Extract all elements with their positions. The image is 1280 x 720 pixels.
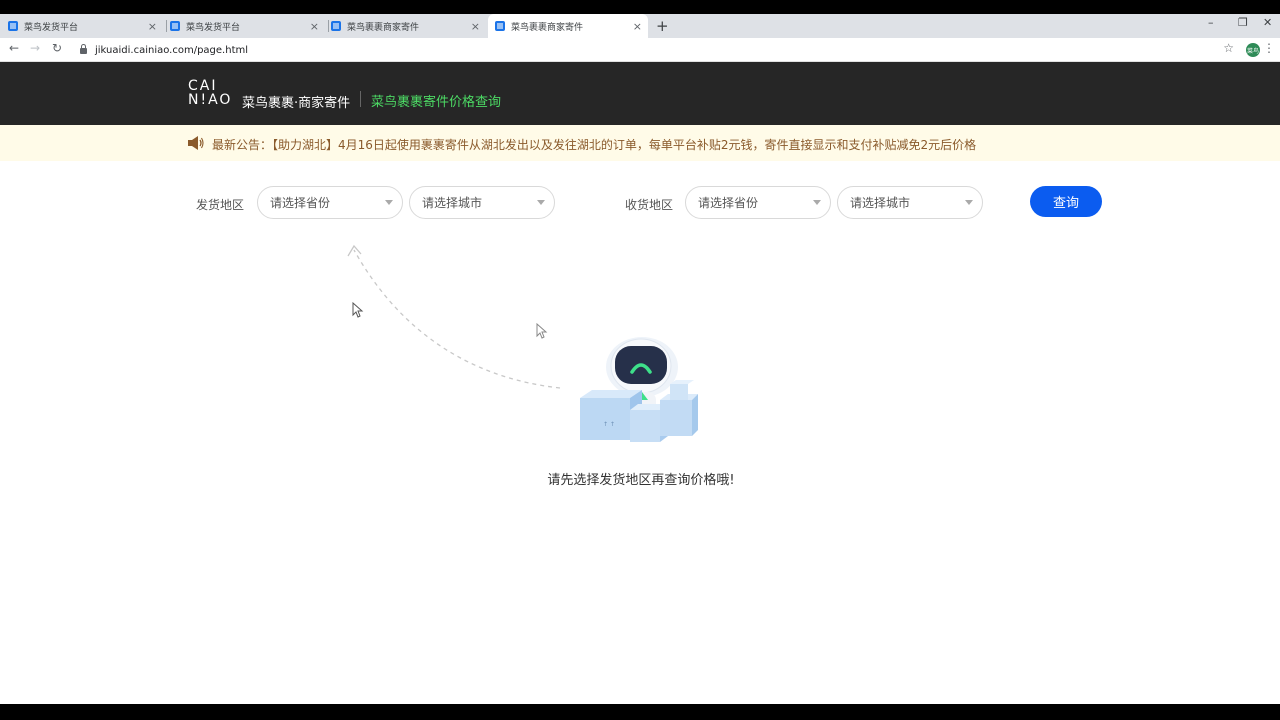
site-header: CAI N!AO 菜鸟裹裹·商家寄件 菜鸟裹裹寄件价格查询 [0, 62, 1280, 125]
query-filters: 发货地区 请选择省份 请选择城市 收货地区 请选择省份 请选择城市 查询 [0, 161, 1280, 251]
box-label: ↑ ↑ [603, 421, 615, 428]
profile-avatar[interactable]: 菜鸟 [1246, 43, 1260, 57]
cainiao-logo[interactable]: CAI N!AO [188, 79, 238, 109]
close-icon[interactable]: × [633, 20, 642, 33]
favicon-icon [331, 21, 341, 31]
browser-tab[interactable]: 菜鸟发货平台 × [8, 14, 163, 38]
box [660, 400, 692, 436]
caret-down-icon [537, 200, 545, 205]
brand-name: 菜鸟裹裹·商家寄件 [242, 96, 351, 111]
announcement-bar: 最新公告：【助力湖北】4月16日起使用裹裹寄件从湖北发出以及发往湖北的订单，每单… [0, 125, 1280, 161]
speaker-icon [188, 136, 204, 150]
lock-icon [80, 44, 87, 54]
caret-down-icon [385, 200, 393, 205]
box-side [692, 394, 698, 436]
box [580, 398, 630, 440]
from-city-select[interactable]: 请选择城市 [409, 186, 555, 219]
favicon-icon [170, 21, 180, 31]
header-divider [360, 91, 361, 107]
reload-icon[interactable]: ↻ [52, 41, 62, 55]
browser-tab-active[interactable]: 菜鸟裹裹商家寄件 × [488, 14, 648, 38]
mouse-pointer-icon [352, 302, 364, 318]
empty-state-message: 请先选择发货地区再查询价格哦! [547, 473, 735, 488]
to-province-select[interactable]: 请选择省份 [685, 186, 831, 219]
browser-tab-strip: 菜鸟发货平台 × 菜鸟发货平台 × 菜鸟裹裹商家寄件 × 菜鸟裹裹商家寄件 × … [0, 14, 1280, 38]
favicon-icon [495, 21, 505, 31]
close-icon[interactable]: × [310, 20, 319, 33]
select-placeholder: 请选择省份 [270, 196, 331, 210]
forward-icon[interactable]: → [30, 41, 40, 55]
select-placeholder: 请选择城市 [422, 196, 483, 210]
close-icon[interactable]: × [471, 20, 480, 33]
query-button[interactable]: 查询 [1030, 186, 1102, 217]
caret-down-icon [813, 200, 821, 205]
browser-toolbar: ← → ↻ jikuaidi.cainiao.com/page.html ☆ 菜… [0, 38, 1280, 62]
page-title: 菜鸟裹裹寄件价格查询 [371, 95, 502, 110]
logo-line-bottom: N!AO [188, 92, 233, 108]
new-tab-button[interactable]: + [656, 17, 669, 35]
minimize-icon[interactable]: – [1208, 16, 1214, 29]
tab-title: 菜鸟发货平台 [24, 22, 79, 33]
select-placeholder: 请选择城市 [850, 196, 911, 210]
box [670, 384, 688, 400]
url-text: jikuaidi.cainiao.com/page.html [95, 44, 249, 56]
announcement-text: 最新公告：【助力湖北】4月16日起使用裹裹寄件从湖北发出以及发往湖北的订单，每单… [212, 138, 977, 152]
tab-separator [166, 20, 167, 32]
box [630, 410, 660, 442]
browser-tab[interactable]: 菜鸟裹裹商家寄件 × [331, 14, 486, 38]
to-region-label: 收货地区 [625, 198, 674, 212]
from-region-label: 发货地区 [196, 198, 245, 212]
to-city-select[interactable]: 请选择城市 [837, 186, 983, 219]
page: CAI N!AO 菜鸟裹裹·商家寄件 菜鸟裹裹寄件价格查询 最新公告：【助力湖北… [0, 62, 1280, 704]
caret-down-icon [965, 200, 973, 205]
restore-icon[interactable]: ❐ [1238, 16, 1248, 29]
close-icon[interactable]: × [148, 20, 157, 33]
from-province-select[interactable]: 请选择省份 [257, 186, 403, 219]
logo-line-top: CAI [188, 78, 218, 94]
select-placeholder: 请选择省份 [698, 196, 759, 210]
tab-title: 菜鸟裹裹商家寄件 [511, 22, 584, 33]
browser-tab[interactable]: 菜鸟发货平台 × [170, 14, 325, 38]
empty-state-illustration: ↑ ↑ [347, 244, 698, 442]
tab-separator [328, 20, 329, 32]
address-bar[interactable]: jikuaidi.cainiao.com/page.html [74, 40, 1240, 60]
menu-kebab-icon[interactable]: ⋮ [1263, 41, 1275, 55]
favicon-icon [8, 21, 18, 31]
tab-title: 菜鸟裹裹商家寄件 [347, 22, 420, 33]
mouse-pointer-icon [536, 323, 548, 339]
back-icon[interactable]: ← [9, 41, 19, 55]
window-close-icon[interactable]: ✕ [1263, 16, 1272, 29]
tab-title: 菜鸟发货平台 [186, 22, 241, 33]
bookmark-star-icon[interactable]: ☆ [1223, 41, 1234, 55]
dashed-arrow-path [353, 249, 561, 389]
